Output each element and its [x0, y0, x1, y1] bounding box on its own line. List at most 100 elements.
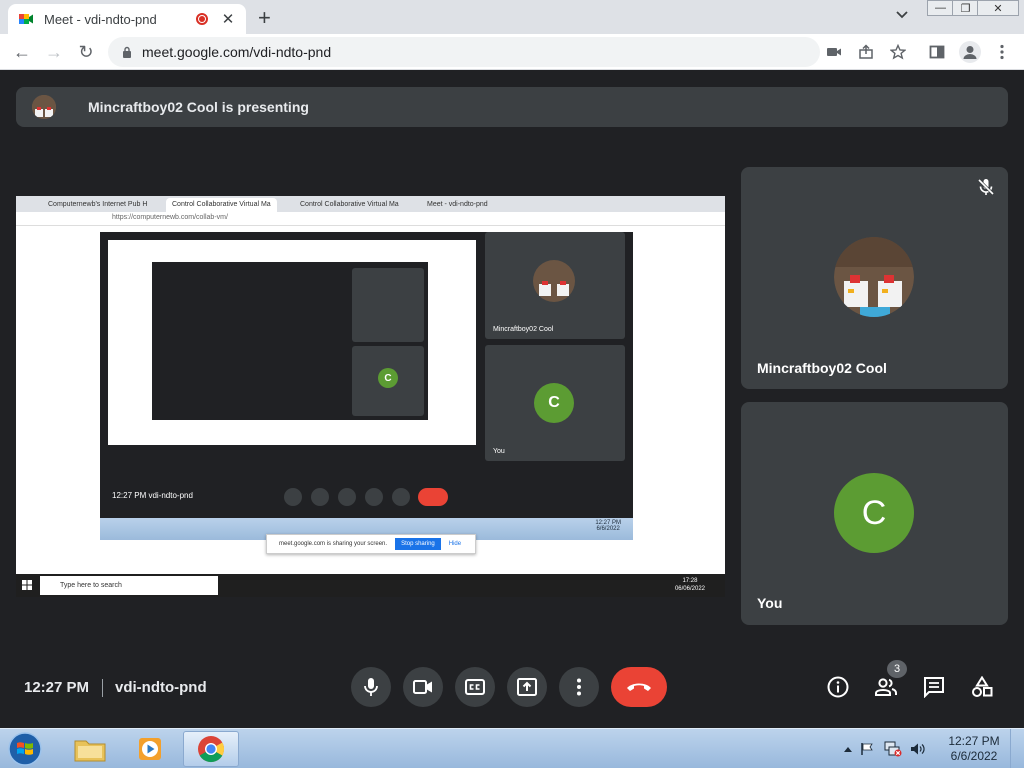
show-desktop-button[interactable] [1010, 729, 1024, 768]
meet-control-bar: 12:27 PM vdi-ndto-pnd [0, 660, 1024, 716]
browser-tab-strip: Meet - vdi-ndto-pnd ✕ + — ❐ ✕ [0, 0, 1024, 34]
chrome-icon [198, 736, 225, 763]
presenter-tile-name: Mincraftboy02 Cool [757, 360, 887, 376]
shared-screen[interactable]: Computernewb's Internet Pub H Control Co… [16, 196, 725, 597]
action-center-flag-icon[interactable] [860, 742, 876, 756]
presenting-banner: Mincraftboy02 Cool is presenting [16, 87, 1008, 127]
bookmark-star-icon[interactable] [888, 42, 908, 62]
shared-captions-icon [338, 488, 356, 506]
stop-sharing-button: Stop sharing [395, 538, 441, 550]
nested-screen: C [108, 240, 476, 445]
chat-button[interactable] [922, 675, 946, 699]
tab-title: Meet - vdi-ndto-pnd [44, 11, 157, 27]
windows-start-button[interactable] [6, 731, 44, 767]
system-tray [844, 739, 936, 759]
present-now-button[interactable] [507, 667, 547, 707]
you-tile-name: You [757, 595, 783, 611]
nested-tile-you: C [352, 346, 424, 416]
taskbar-clock[interactable]: 12:27 PM 6/6/2022 [944, 734, 1004, 764]
presenting-text: Mincraftboy02 Cool is presenting [88, 99, 309, 115]
meeting-details-button[interactable] [826, 675, 850, 699]
activities-shapes-icon [972, 676, 993, 697]
more-options-button[interactable] [559, 667, 599, 707]
shared-windows-logo-icon [22, 580, 32, 590]
tab-close-icon[interactable]: ✕ [220, 10, 236, 28]
shared-meet-time: 12:27 PM vdi-ndto-pnd [112, 491, 193, 500]
minimize-button[interactable]: — [927, 0, 954, 16]
shared-win7-clock: 12:27 PM 6/6/2022 [595, 520, 621, 532]
more-menu-icon[interactable] [992, 42, 1012, 62]
shared-presenter-avatar [533, 260, 575, 302]
shared-tab-3: Control Collaborative Virtual Ma [300, 201, 399, 208]
taskbar-chrome[interactable] [183, 731, 239, 767]
participant-tile-presenter[interactable]: Mincraftboy02 Cool [741, 167, 1008, 389]
hangup-phone-icon [627, 683, 651, 691]
microphone-icon [364, 678, 378, 696]
nested-c-avatar: C [378, 368, 398, 388]
shared-tile-you: C You [485, 345, 625, 461]
shared-tab-1: Computernewb's Internet Pub H [48, 201, 148, 208]
reload-button[interactable]: ↻ [74, 40, 98, 64]
shared-sharing-notice: meet.google.com is sharing your screen. … [266, 534, 476, 554]
folder-icon [74, 740, 106, 762]
shared-tab-2: Control Collaborative Virtual Ma [166, 198, 277, 212]
url-text: meet.google.com/vdi-ndto-pnd [142, 44, 332, 60]
shared-search-box: Type here to search [40, 576, 218, 595]
tab-search-chevron-icon[interactable] [896, 8, 908, 22]
shared-meet-controls: 12:27 PM vdi-ndto-pnd [100, 482, 633, 512]
media-player-icon [139, 738, 161, 760]
browser-toolbar: ← → ↻ meet.google.com/vdi-ndto-pnd [0, 34, 1024, 70]
clock-date: 6/6/2022 [950, 749, 998, 763]
info-icon [827, 676, 849, 698]
meeting-divider [102, 679, 103, 697]
shared-tile-presenter: Mincraftboy02 Cool [485, 232, 625, 339]
you-avatar: C [834, 473, 914, 553]
profile-avatar-icon[interactable] [959, 41, 981, 63]
shared-url: https://computernewb.com/collab-vm/ [112, 214, 228, 221]
shared-browser-toolbar: https://computernewb.com/collab-vm/ [16, 212, 725, 226]
shared-tab-4: Meet - vdi-ndto-pnd [427, 201, 488, 208]
participants-button[interactable] [874, 675, 898, 699]
participants-count-badge: 3 [887, 660, 907, 678]
camera-in-use-icon[interactable] [824, 42, 844, 62]
shared-more-icon [392, 488, 410, 506]
forward-button[interactable]: → [42, 40, 66, 64]
captions-button[interactable] [455, 667, 495, 707]
volume-icon[interactable] [910, 742, 926, 756]
camera-button[interactable] [403, 667, 443, 707]
chat-icon [924, 677, 944, 698]
tab-meet[interactable]: Meet - vdi-ndto-pnd ✕ [8, 4, 246, 34]
shared-camera-icon [311, 488, 329, 506]
tray-expand-icon[interactable] [844, 746, 852, 752]
hide-link: Hide [448, 541, 462, 547]
mic-off-icon [977, 178, 995, 196]
presenter-avatar [32, 95, 56, 119]
network-icon[interactable] [884, 741, 902, 757]
address-bar[interactable]: meet.google.com/vdi-ndto-pnd [108, 37, 820, 67]
closed-captions-icon [465, 679, 485, 695]
lock-icon [123, 46, 131, 58]
participant-tile-you[interactable]: C You [741, 402, 1008, 625]
shared-mic-icon [284, 488, 302, 506]
close-window-button[interactable]: ✕ [977, 0, 1019, 16]
shared-win10-clock: 17:28 06/06/2022 [674, 578, 705, 592]
meeting-code: vdi-ndto-pnd [115, 679, 207, 696]
windows-taskbar: 12:27 PM 6/6/2022 [0, 728, 1024, 768]
taskbar-explorer[interactable] [62, 731, 118, 767]
activities-button[interactable] [970, 675, 994, 699]
shared-tile-presenter-name: Mincraftboy02 Cool [493, 326, 554, 333]
meeting-time: 12:27 PM [24, 679, 90, 696]
clock-time: 12:27 PM [948, 734, 1000, 748]
back-button[interactable]: ← [10, 40, 34, 64]
side-panel-icon[interactable] [927, 42, 947, 62]
new-tab-button[interactable]: + [258, 5, 271, 31]
share-icon[interactable] [856, 42, 876, 62]
taskbar-media-player[interactable] [122, 731, 178, 767]
shared-c-avatar: C [534, 383, 574, 423]
leave-call-button[interactable] [611, 667, 667, 707]
camera-icon [413, 680, 432, 694]
restore-button[interactable]: ❐ [952, 0, 979, 16]
shared-present-icon [365, 488, 383, 506]
microphone-button[interactable] [351, 667, 391, 707]
more-vert-icon [577, 678, 581, 696]
